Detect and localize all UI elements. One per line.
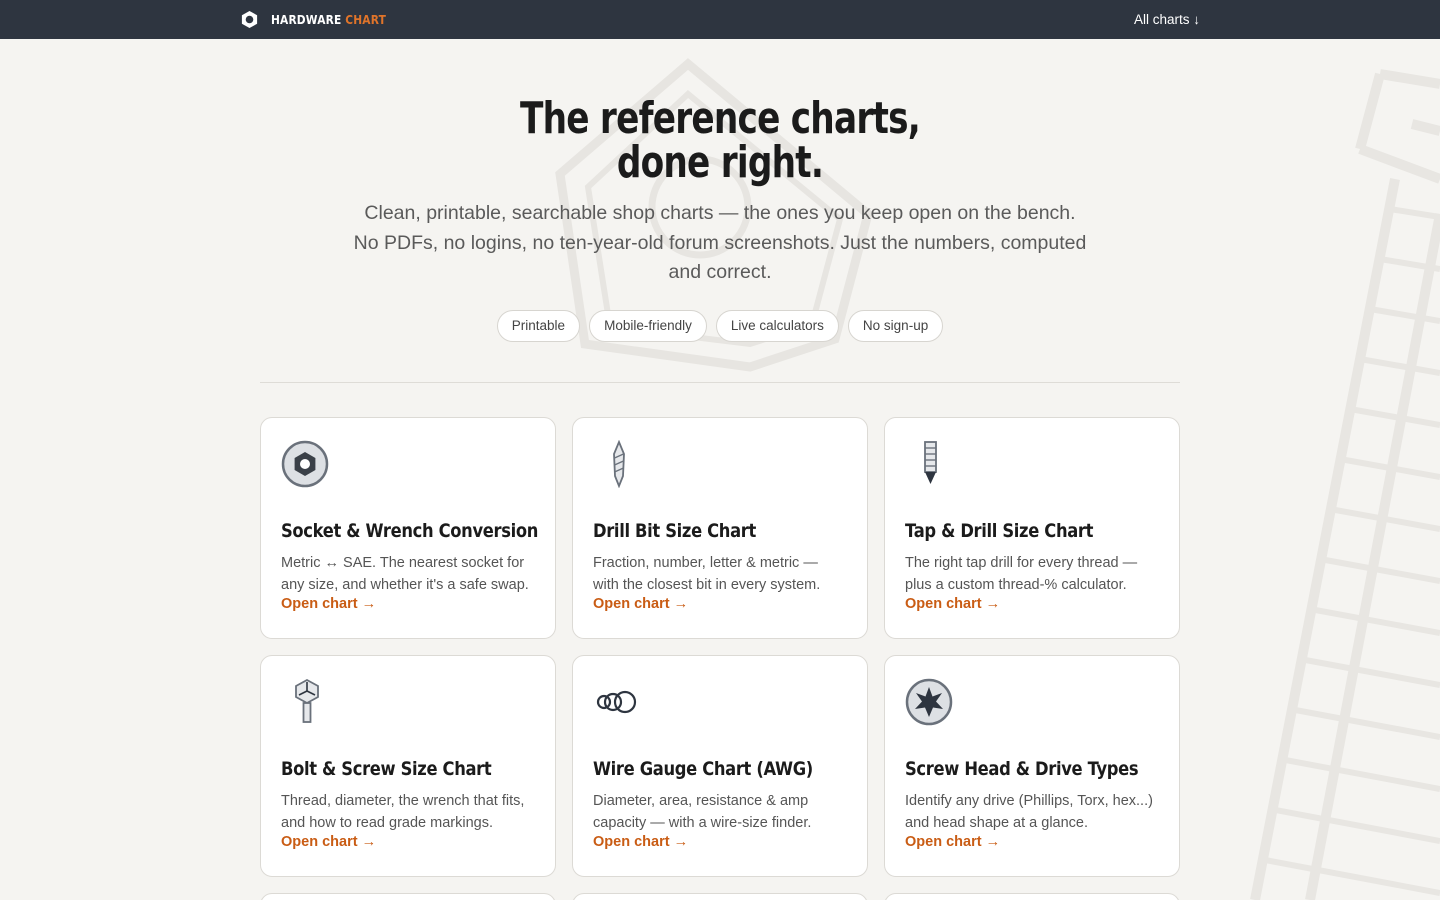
section-divider — [260, 381, 1180, 383]
open-chart-link[interactable]: Open chart → — [905, 596, 1000, 612]
card-title: Drill Bit Size Chart — [593, 519, 756, 542]
hero-title: The reference charts, done right. — [346, 97, 1095, 185]
bolt-icon — [295, 678, 319, 723]
card-bolt-screw[interactable]: Bolt & Screw Size Chart Thread, diameter… — [260, 654, 556, 877]
hero-section: The reference charts, done right. Clean,… — [240, 39, 1200, 383]
card-description: Diameter, area, resistance & amp capacit… — [593, 792, 812, 831]
open-chart-link[interactable]: Open chart → — [593, 834, 688, 850]
chip-mobile-friendly: Mobile-friendly — [589, 309, 707, 342]
top-nav-bar: HARDWARE CHART All charts ↓ — [0, 0, 1440, 39]
open-chart-link[interactable]: Open chart → — [905, 834, 1000, 850]
tap-icon — [924, 440, 937, 484]
card-title: Wire Gauge Chart (AWG) — [593, 757, 813, 780]
torx-drive-icon — [905, 678, 953, 725]
open-chart-link[interactable]: Open chart → — [281, 834, 376, 850]
card-socket-wrench[interactable]: Socket & Wrench Conversion Metric ↔ SAE.… — [260, 416, 556, 639]
brand-logo-link[interactable]: HARDWARE CHART — [240, 10, 406, 29]
hero-title-line-1: The reference charts, — [519, 93, 921, 144]
card-description: The right tap drill for every thread — p… — [905, 554, 1138, 593]
chip-live-calculators: Live calculators — [715, 309, 839, 342]
hero-subtitle: Clean, printable, searchable shop charts… — [353, 202, 1087, 283]
card-drill-bit[interactable]: Drill Bit Size Chart Fraction, number, l… — [572, 416, 868, 639]
wire-gauge-icon — [596, 690, 637, 713]
card-partial-3[interactable] — [884, 892, 1180, 900]
card-screw-head-drive[interactable]: Screw Head & Drive Types Identify any dr… — [884, 654, 1180, 877]
card-partial-2[interactable] — [572, 892, 868, 900]
drill-bit-icon — [613, 439, 625, 488]
open-chart-link[interactable]: Open chart → — [593, 596, 688, 612]
card-title: Bolt & Screw Size Chart — [281, 757, 492, 780]
brand-name: HARDWARE CHART — [271, 12, 386, 27]
chip-printable: Printable — [496, 309, 581, 342]
socket-icon — [281, 440, 329, 487]
card-wire-gauge[interactable]: Wire Gauge Chart (AWG) Diameter, area, r… — [572, 654, 868, 877]
card-description: Fraction, number, letter & metric — with… — [593, 554, 821, 593]
card-description: Identify any drive (Phillips, Torx, hex.… — [905, 792, 1153, 831]
chip-no-sign-up: No sign-up — [847, 309, 944, 342]
all-charts-link[interactable]: All charts ↓ — [1134, 12, 1200, 27]
feature-chips: Printable Mobile-friendly Live calculato… — [240, 309, 1200, 342]
hero-title-line-2: done right. — [616, 137, 824, 188]
brand-name-primary: HARDWARE — [271, 12, 342, 27]
card-title: Screw Head & Drive Types — [905, 757, 1139, 780]
card-description: Thread, diameter, the wrench that fits, … — [281, 792, 525, 831]
card-title: Socket & Wrench Conversion — [281, 519, 539, 542]
card-tap-drill[interactable]: Tap & Drill Size Chart The right tap dri… — [884, 416, 1180, 639]
card-partial-1[interactable] — [260, 892, 556, 900]
chart-card-grid: Socket & Wrench Conversion Metric ↔ SAE.… — [260, 416, 1180, 900]
open-chart-link[interactable]: Open chart → — [281, 596, 376, 612]
card-title: Tap & Drill Size Chart — [905, 519, 1094, 542]
brand-name-accent: CHART — [345, 12, 386, 27]
card-description: Metric ↔ SAE. The nearest socket for any… — [281, 554, 529, 593]
hex-nut-icon — [241, 10, 258, 29]
